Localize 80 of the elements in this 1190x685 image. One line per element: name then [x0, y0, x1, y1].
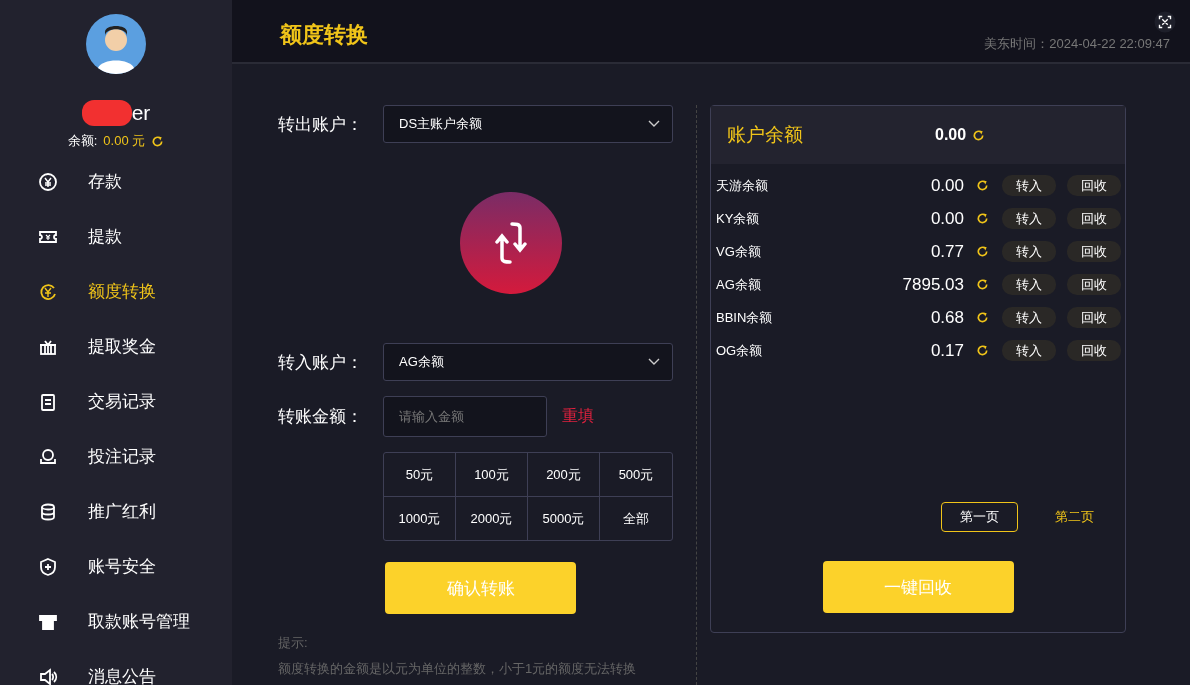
refresh-icon[interactable] [976, 278, 989, 291]
nav-item[interactable]: 提款 [0, 209, 232, 264]
from-account-label: 转出账户： [278, 113, 364, 136]
yen-circle-icon [38, 171, 58, 192]
recover-button[interactable]: 回收 [1067, 274, 1121, 295]
nav-item[interactable]: 取款账号管理 [0, 594, 232, 649]
account-name: KY余额 [716, 209, 761, 228]
account-balance: 0.00 [929, 175, 964, 196]
page-button[interactable]: 第一页 [941, 502, 1018, 532]
account-name: 天游余额 [716, 176, 769, 195]
amount-label: 转账金额： [278, 406, 364, 428]
refresh-icon[interactable] [151, 134, 165, 148]
chevron-down-icon [648, 358, 660, 366]
account-balance: 0.00 [929, 208, 964, 229]
from-account-select[interactable]: DS主账户余额 [383, 105, 673, 143]
account-name: OG余额 [716, 341, 764, 360]
amount-preset[interactable]: 5000元 [528, 497, 600, 540]
yen-cycle-icon [38, 281, 58, 302]
nav-item[interactable]: 提取奖金 [0, 319, 232, 374]
refresh-icon[interactable] [972, 128, 986, 142]
account-balance: 7895.03 [901, 274, 964, 295]
panel-title: 账户余额 [727, 123, 804, 147]
transfer-in-button[interactable]: 转入 [1002, 340, 1056, 361]
swap-button[interactable] [460, 192, 562, 294]
account-name: AG余额 [716, 275, 762, 294]
amount-preset[interactable]: 100元 [456, 453, 528, 497]
amount-preset[interactable]: 200元 [528, 453, 600, 497]
recover-button[interactable]: 回收 [1067, 175, 1121, 196]
to-account-label: 转入账户： [278, 351, 364, 374]
recover-button[interactable]: 回收 [1067, 340, 1121, 361]
shield-icon [38, 556, 58, 577]
transfer-in-button[interactable]: 转入 [1002, 208, 1056, 229]
reset-link[interactable]: 重填 [562, 406, 594, 427]
refresh-icon[interactable] [976, 344, 989, 357]
username: er [131, 101, 151, 125]
refresh-icon[interactable] [976, 212, 989, 225]
nav-item[interactable]: 消息公告 [0, 649, 232, 685]
recover-button[interactable]: 回收 [1067, 241, 1121, 262]
amount-field[interactable]: 请输入金额 [383, 396, 547, 437]
amount-preset[interactable]: 50元 [384, 453, 456, 497]
hint-text: 额度转换的金额是以元为单位的整数，小于1元的额度无法转换 [278, 660, 638, 678]
nav-item[interactable]: 推广红利 [0, 484, 232, 539]
transfer-in-button[interactable]: 转入 [1002, 241, 1056, 262]
eastern-time: 美东时间：2024-04-22 22:09:47 [984, 35, 1170, 53]
page-title: 额度转换 [280, 21, 368, 49]
nav-item[interactable]: 交易记录 [0, 374, 232, 429]
balance-value: 0.00 元 [103, 132, 146, 150]
nav-item[interactable]: 投注记录 [0, 429, 232, 484]
account-name: VG余额 [716, 242, 762, 261]
refresh-icon[interactable] [976, 179, 989, 192]
nav-item[interactable]: 额度转换 [0, 264, 232, 319]
coin-stack-icon [38, 501, 58, 522]
transfer-in-button[interactable]: 转入 [1002, 274, 1056, 295]
account-balance: 0.17 [929, 340, 964, 361]
transfer-in-button[interactable]: 转入 [1002, 175, 1056, 196]
page-button[interactable]: 第二页 [1036, 502, 1113, 532]
amount-preset[interactable]: 1000元 [384, 497, 456, 540]
frame-corners-icon[interactable] [1154, 11, 1176, 33]
hint-title: 提示: [278, 634, 309, 652]
balance-label: 余额: [67, 132, 98, 150]
chevron-down-icon [648, 120, 660, 128]
refresh-icon[interactable] [976, 311, 989, 324]
amount-preset[interactable]: 2000元 [456, 497, 528, 540]
refresh-icon[interactable] [976, 245, 989, 258]
total-balance: 0.00 [935, 126, 967, 144]
avatar-silhouette [86, 14, 146, 74]
account-name: BBIN余额 [716, 308, 774, 327]
recover-button[interactable]: 回收 [1067, 208, 1121, 229]
recover-button[interactable]: 回收 [1067, 307, 1121, 328]
to-account-select[interactable]: AG余额 [383, 343, 673, 381]
amount-preset[interactable]: 500元 [600, 453, 672, 497]
amount-preset[interactable]: 全部 [600, 497, 672, 540]
redaction-mark [81, 100, 132, 126]
account-balance: 0.68 [929, 307, 964, 328]
transfer-in-button[interactable]: 转入 [1002, 307, 1056, 328]
speaker-icon [38, 666, 58, 685]
nav-item[interactable]: 账号安全 [0, 539, 232, 594]
nav-item[interactable]: 存款 [0, 154, 232, 209]
clipboard-icon [38, 391, 58, 412]
account-balance: 0.77 [929, 241, 964, 262]
